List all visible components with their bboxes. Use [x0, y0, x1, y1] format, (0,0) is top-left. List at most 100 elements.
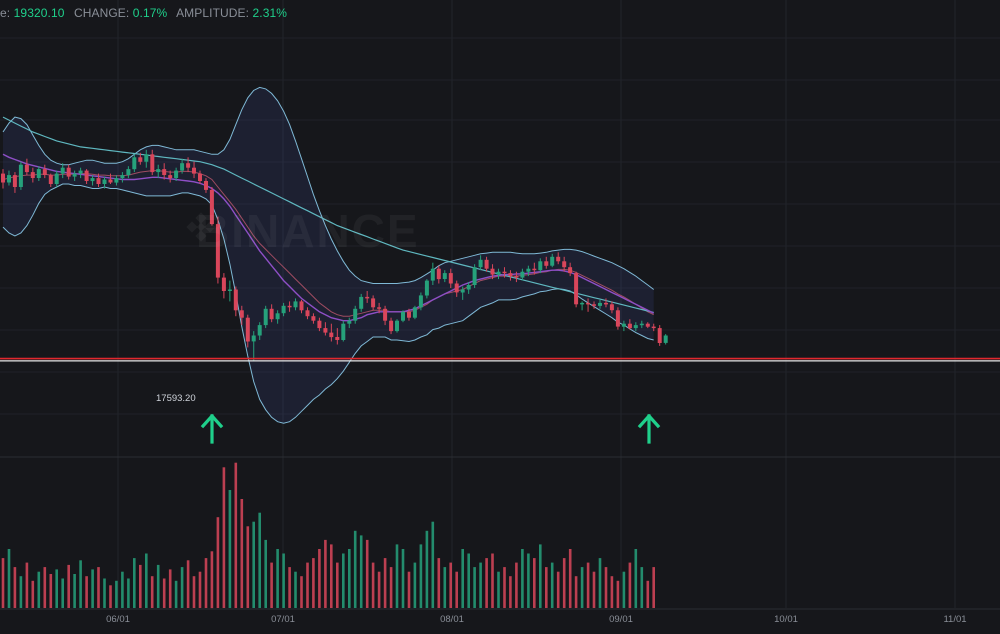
candle-body: [598, 302, 602, 306]
volume-bar: [168, 569, 172, 608]
candle-body: [574, 273, 579, 305]
price-value: 19320.10: [13, 6, 65, 20]
volume-bar: [49, 574, 53, 608]
volume-bar: [288, 567, 291, 608]
volume-bar: [7, 549, 11, 608]
candle-body: [347, 320, 352, 324]
volume-bar: [97, 567, 100, 608]
candle-body: [514, 276, 519, 278]
candle-body: [174, 170, 179, 178]
volume-bar: [389, 567, 393, 608]
volume-bar: [377, 571, 381, 608]
candle-body: [544, 261, 549, 266]
price-line-label: 17593.20: [156, 393, 196, 404]
volume-bar: [216, 517, 220, 608]
volume-bar: [407, 571, 411, 608]
x-tick-label: 11/01: [943, 614, 967, 625]
candle-body: [84, 170, 89, 181]
volume-bar: [55, 569, 58, 608]
candle-body: [568, 267, 573, 274]
volume-bar: [550, 562, 554, 608]
horizontal-lines: [0, 357, 1000, 362]
candle-body: [96, 178, 101, 184]
candle-body: [251, 335, 256, 342]
volume-bar: [640, 567, 644, 608]
volume-bars: [1, 462, 655, 609]
volume-bar: [568, 549, 572, 608]
candle-body: [233, 289, 238, 311]
candle-body: [335, 337, 340, 340]
volume-bar: [240, 499, 244, 608]
candle-body: [239, 310, 244, 318]
candle-body: [484, 259, 489, 269]
candle-body: [227, 289, 232, 291]
volume-bar: [85, 576, 88, 608]
volume-bar: [127, 578, 130, 608]
volume-bar: [419, 544, 423, 608]
candle-body: [520, 271, 525, 278]
candle-body: [150, 154, 155, 173]
volume-bar: [610, 576, 614, 608]
volume-bar: [425, 530, 429, 608]
volume-bar: [300, 576, 303, 608]
chart-canvas: [0, 0, 1000, 610]
candle-body: [24, 164, 29, 173]
volume-bar: [186, 560, 190, 608]
candle-body: [454, 283, 459, 293]
volume-bar: [371, 562, 375, 608]
volume-bar: [574, 576, 578, 608]
volume-bar: [401, 549, 405, 608]
candle-body: [269, 308, 274, 320]
volume-bar: [210, 551, 214, 609]
candle-body: [466, 285, 471, 290]
x-tick-label: 09/01: [609, 614, 633, 625]
candle-body: [48, 175, 53, 184]
candle-body: [586, 302, 591, 305]
volume-bar: [473, 567, 476, 608]
volume-bar: [539, 544, 542, 608]
candle-body: [281, 305, 286, 314]
amplitude-value: 2.31%: [252, 6, 288, 20]
volume-bar: [646, 580, 650, 608]
candle-body: [502, 271, 507, 274]
candle-body: [580, 302, 585, 305]
candle-body: [144, 154, 149, 162]
candle-body: [329, 332, 334, 338]
candle-body: [663, 335, 668, 343]
candle-body: [651, 326, 656, 329]
candle-body: [365, 296, 370, 299]
candle-body: [395, 320, 399, 332]
volume-bar: [13, 567, 17, 608]
volume-bar: [324, 539, 327, 608]
candle-body: [472, 267, 477, 285]
candle-body: [293, 301, 298, 308]
volume-bar: [586, 562, 590, 608]
volume-bar: [204, 558, 208, 608]
x-tick-label: 08/01: [440, 614, 464, 625]
volume-bar: [580, 567, 584, 608]
volume-bar: [258, 512, 261, 608]
candle-body: [448, 273, 453, 284]
volume-bar: [67, 564, 70, 608]
candle-body: [299, 301, 304, 311]
candle-body: [478, 259, 483, 268]
binance-watermark: BINANCE: [196, 205, 420, 257]
candle-body: [604, 302, 608, 305]
candle-body: [377, 307, 382, 309]
candle-body: [401, 311, 405, 321]
volume-bar: [622, 571, 626, 608]
amplitude-label: AMPLITUDE:: [176, 6, 250, 20]
candle-body: [389, 320, 394, 332]
volume-bar: [91, 569, 94, 608]
volume-bar: [348, 549, 351, 608]
candle-body: [645, 323, 650, 327]
candle-body: [621, 323, 626, 327]
volume-bar: [228, 490, 232, 608]
volume-bar: [634, 549, 638, 608]
candle-body: [90, 178, 95, 182]
candle-body: [36, 169, 41, 178]
volume-bar: [234, 462, 238, 608]
volume-bar: [330, 544, 333, 608]
volume-bar: [365, 539, 369, 608]
volume-bar: [109, 585, 112, 608]
